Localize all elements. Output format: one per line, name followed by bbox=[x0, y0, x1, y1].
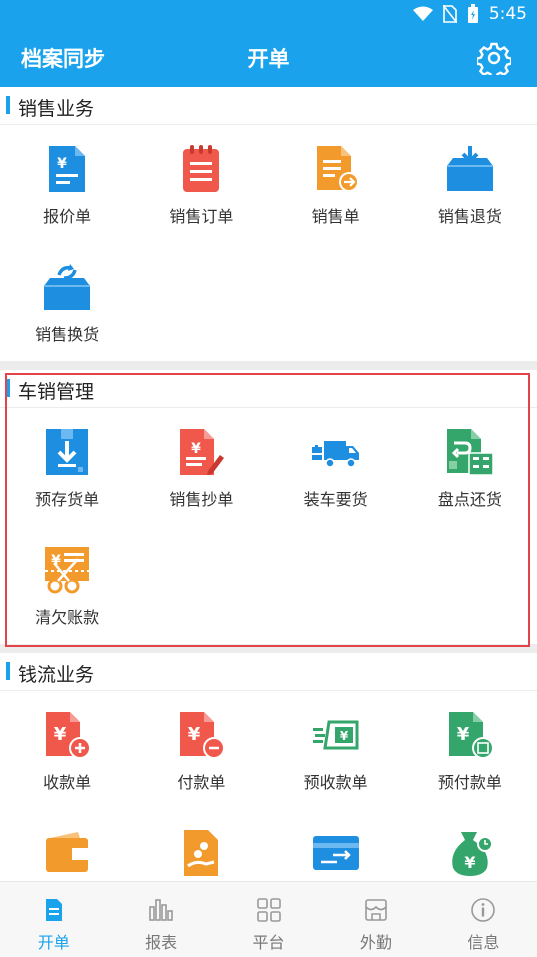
tab-label: 开单 bbox=[37, 933, 70, 952]
inventory-return-label: 盘点还货 bbox=[437, 490, 502, 509]
receipt-label: 收款单 bbox=[43, 773, 92, 792]
tab-label: 外勤 bbox=[359, 933, 392, 952]
wifi-icon bbox=[412, 6, 433, 21]
svg-text:¥: ¥ bbox=[57, 156, 67, 172]
sync-archive-button[interactable]: 档案同步 bbox=[21, 43, 105, 73]
clear-debt-button[interactable]: ¥ 清欠账款 bbox=[0, 526, 134, 644]
section-header: 钱流业务 bbox=[0, 653, 537, 691]
settings-gear-icon[interactable] bbox=[477, 41, 511, 75]
battery-icon bbox=[467, 4, 478, 23]
advance-receipt-label: 预收款单 bbox=[303, 773, 368, 792]
return-box-icon bbox=[446, 146, 493, 191]
tab-reports[interactable]: 报表 bbox=[107, 882, 214, 957]
svg-text:¥: ¥ bbox=[464, 853, 475, 872]
money-bag-button[interactable]: ¥ bbox=[403, 809, 537, 881]
section-header: 销售业务 bbox=[0, 87, 537, 125]
section-marker bbox=[6, 379, 10, 397]
prestock-box-icon bbox=[46, 429, 89, 475]
payment-label: 付款单 bbox=[177, 773, 226, 792]
copy-document-pen-icon: ¥ bbox=[180, 429, 225, 475]
sales-slip-button[interactable]: 销售单 bbox=[269, 125, 403, 243]
clipboard-icon bbox=[183, 145, 220, 192]
card-transfer-icon bbox=[312, 836, 359, 870]
section-divider bbox=[0, 361, 537, 370]
app-bar: 档案同步 开单 bbox=[0, 30, 537, 87]
advance-payment-button[interactable]: ¥ 预付款单 bbox=[403, 691, 537, 809]
load-goods-label: 装车要货 bbox=[303, 490, 368, 509]
section-title: 车销管理 bbox=[18, 381, 95, 403]
bottom-tab-bar: 开单 报表 平台 外勤 信息 bbox=[0, 881, 537, 957]
truck-icon bbox=[311, 441, 359, 468]
coin-hand-button[interactable] bbox=[134, 809, 268, 881]
tab-label: 报表 bbox=[145, 933, 178, 952]
sales-order-label: 销售订单 bbox=[169, 207, 234, 226]
clear-debt-label: 清欠账款 bbox=[35, 608, 100, 627]
advance-receipt-icon: ¥ bbox=[312, 720, 359, 750]
section-marker bbox=[6, 662, 10, 680]
payment-minus-icon: ¥ bbox=[180, 712, 226, 759]
document-icon bbox=[45, 899, 62, 921]
tab-label: 信息 bbox=[467, 933, 500, 952]
status-bar: 5:45 bbox=[0, 0, 537, 30]
quote-button[interactable]: ¥ 报价单 bbox=[0, 125, 134, 243]
advance-receipt-button[interactable]: ¥ 预收款单 bbox=[269, 691, 403, 809]
shop-icon bbox=[365, 899, 387, 921]
grid-icon bbox=[256, 898, 281, 922]
quote-label: 报价单 bbox=[43, 207, 92, 226]
status-time: 5:45 bbox=[488, 4, 527, 24]
section-marker bbox=[6, 96, 10, 114]
section-sales: 销售业务 ¥ 报价单 销售订单 销售单 销售退货 销售换货 bbox=[0, 87, 537, 361]
svg-text:¥: ¥ bbox=[188, 724, 201, 745]
svg-text:¥: ¥ bbox=[192, 441, 202, 457]
receipt-button[interactable]: ¥ 收款单 bbox=[0, 691, 134, 809]
section-divider bbox=[0, 644, 537, 653]
sales-exchange-button[interactable]: 销售换货 bbox=[0, 243, 134, 361]
sales-copy-label: 销售抄单 bbox=[169, 490, 234, 509]
tab-field-work[interactable]: 外勤 bbox=[322, 882, 429, 957]
prestock-button[interactable]: 预存货单 bbox=[0, 408, 134, 526]
receipt-plus-icon: ¥ bbox=[46, 712, 92, 759]
section-van-sales: 车销管理 预存货单 ¥ 销售抄单 装车要货 盘点还货 ¥ 清欠账款 bbox=[0, 370, 537, 644]
quote-document-icon: ¥ bbox=[49, 146, 86, 192]
advance-payment-label: 预付款单 bbox=[437, 773, 502, 792]
svg-text:¥: ¥ bbox=[339, 729, 348, 743]
tab-label: 平台 bbox=[252, 933, 285, 952]
tab-platform[interactable]: 平台 bbox=[215, 882, 322, 957]
payment-button[interactable]: ¥ 付款单 bbox=[134, 691, 268, 809]
advance-payment-icon: ¥ bbox=[448, 712, 494, 759]
sales-return-button[interactable]: 销售退货 bbox=[403, 125, 537, 243]
sales-return-label: 销售退货 bbox=[437, 207, 502, 226]
load-goods-button[interactable]: 装车要货 bbox=[269, 408, 403, 526]
info-icon bbox=[471, 898, 496, 922]
section-title: 销售业务 bbox=[18, 98, 95, 120]
content-area[interactable]: 销售业务 ¥ 报价单 销售订单 销售单 销售退货 销售换货 车销管理 预存货单 … bbox=[0, 87, 537, 881]
sales-order-button[interactable]: 销售订单 bbox=[134, 125, 268, 243]
status-icons: 5:45 bbox=[412, 4, 527, 24]
sales-copy-button[interactable]: ¥ 销售抄单 bbox=[134, 408, 268, 526]
section-header: 车销管理 bbox=[0, 370, 537, 408]
sales-exchange-label: 销售换货 bbox=[35, 325, 100, 344]
inventory-calculator-icon bbox=[446, 429, 494, 476]
prestock-label: 预存货单 bbox=[35, 490, 100, 509]
inventory-return-button[interactable]: 盘点还货 bbox=[403, 408, 537, 526]
money-bag-clock-icon: ¥ bbox=[452, 832, 493, 876]
sales-slip-label: 销售单 bbox=[311, 207, 360, 226]
sales-document-arrow-icon bbox=[316, 146, 359, 192]
card-transfer-button[interactable] bbox=[269, 809, 403, 881]
svg-text:¥: ¥ bbox=[54, 724, 67, 745]
no-sim-icon bbox=[442, 5, 457, 23]
svg-text:¥: ¥ bbox=[457, 724, 470, 745]
section-cashflow: 钱流业务 ¥ 收款单 ¥ 付款单 ¥ 预收款单 ¥ 预付款单 ¥ bbox=[0, 653, 537, 881]
tab-messages[interactable]: 信息 bbox=[430, 882, 537, 957]
clear-debt-scissors-icon: ¥ bbox=[45, 547, 90, 594]
section-title: 钱流业务 bbox=[18, 664, 95, 686]
coin-hand-document-icon bbox=[184, 830, 219, 876]
bar-chart-icon bbox=[149, 899, 173, 921]
wallet-icon bbox=[46, 832, 89, 872]
exchange-box-icon bbox=[44, 264, 91, 310]
tab-billing[interactable]: 开单 bbox=[0, 882, 107, 957]
wallet-button[interactable] bbox=[0, 809, 134, 881]
